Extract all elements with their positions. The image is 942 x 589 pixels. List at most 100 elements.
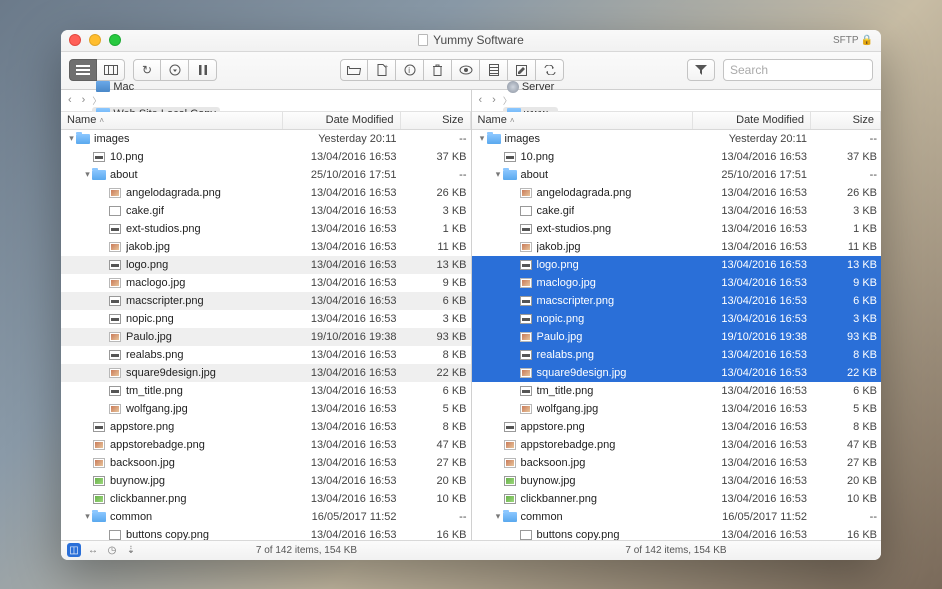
file-row[interactable]: buynow.jpg13/04/2016 16:5320 KB <box>472 472 882 490</box>
file-row[interactable]: logo.png13/04/2016 16:5313 KB <box>472 256 882 274</box>
file-row[interactable]: angelodagrada.png13/04/2016 16:5326 KB <box>472 184 882 202</box>
disclosure-triangle-icon[interactable]: ▾ <box>478 133 487 144</box>
back-button[interactable]: ‹ <box>476 94 486 106</box>
column-name[interactable]: Name˄ <box>472 112 694 129</box>
disclosure-triangle-icon[interactable]: ▾ <box>67 133 76 144</box>
info-button[interactable]: i <box>396 59 424 81</box>
file-row[interactable]: Paulo.jpg19/10/2016 19:3893 KB <box>61 328 471 346</box>
file-row[interactable]: ▾common16/05/2017 11:52-- <box>61 508 471 526</box>
column-date[interactable]: Date Modified <box>283 112 401 129</box>
file-date: 16/05/2017 11:52 <box>285 511 403 523</box>
connection-badge: SFTP 🔒 <box>833 35 873 46</box>
file-date: 13/04/2016 16:53 <box>695 349 813 361</box>
local-pathbar[interactable]: ‹ › Mac〉Web Site Local Copy <box>61 90 471 112</box>
remote-pathbar[interactable]: ‹ › Server〉www <box>472 90 882 112</box>
file-row[interactable]: maclogo.jpg13/04/2016 16:539 KB <box>61 274 471 292</box>
file-row[interactable]: appstore.png13/04/2016 16:538 KB <box>472 418 882 436</box>
titlebar[interactable]: Yummy Software SFTP 🔒 <box>61 30 881 52</box>
file-row[interactable]: ext-studios.png13/04/2016 16:531 KB <box>472 220 882 238</box>
column-size[interactable]: Size <box>811 112 881 129</box>
file-row[interactable]: wolfgang.jpg13/04/2016 16:535 KB <box>61 400 471 418</box>
permissions-button[interactable] <box>480 59 508 81</box>
open-folder-button[interactable] <box>340 59 368 81</box>
quicklook-button[interactable] <box>452 59 480 81</box>
forward-button[interactable]: › <box>489 94 499 106</box>
file-row[interactable]: ▾about25/10/2016 17:51-- <box>472 166 882 184</box>
file-row[interactable]: ▾imagesYesterday 20:11-- <box>61 130 471 148</box>
edit-button[interactable] <box>508 59 536 81</box>
local-file-list[interactable]: ▾imagesYesterday 20:11--10.png13/04/2016… <box>61 130 471 540</box>
file-row[interactable]: buttons copy.png13/04/2016 16:5316 KB <box>61 526 471 540</box>
disclosure-triangle-icon[interactable]: ▾ <box>83 511 92 522</box>
disclosure-triangle-icon[interactable]: ▾ <box>494 511 503 522</box>
remote-file-list[interactable]: ▾imagesYesterday 20:11--10.png13/04/2016… <box>472 130 882 540</box>
file-row[interactable]: wolfgang.jpg13/04/2016 16:535 KB <box>472 400 882 418</box>
download-button[interactable] <box>161 59 189 81</box>
file-date: 13/04/2016 16:53 <box>695 421 813 433</box>
file-row[interactable]: buynow.jpg13/04/2016 16:5320 KB <box>61 472 471 490</box>
file-row[interactable]: ▾about25/10/2016 17:51-- <box>61 166 471 184</box>
file-row[interactable]: logo.png13/04/2016 16:5313 KB <box>61 256 471 274</box>
filter-button[interactable] <box>687 59 715 81</box>
disclosure-triangle-icon[interactable]: ▾ <box>83 169 92 180</box>
file-row[interactable]: realabs.png13/04/2016 16:538 KB <box>61 346 471 364</box>
file-row[interactable]: realabs.png13/04/2016 16:538 KB <box>472 346 882 364</box>
file-row[interactable]: macscripter.png13/04/2016 16:536 KB <box>472 292 882 310</box>
transfers-toggle[interactable]: ⇣ <box>124 543 138 557</box>
statusbar: ◫ ↔ ◷ ⇣ 7 of 142 items, 154 KB 7 of 142 … <box>61 540 881 560</box>
file-size: 6 KB <box>403 385 467 397</box>
file-row[interactable]: ext-studios.png13/04/2016 16:531 KB <box>61 220 471 238</box>
file-row[interactable]: ▾common16/05/2017 11:52-- <box>472 508 882 526</box>
local-column-header[interactable]: Name˄ Date Modified Size <box>61 112 471 130</box>
file-row[interactable]: jakob.jpg13/04/2016 16:5311 KB <box>61 238 471 256</box>
file-row[interactable]: tm_title.png13/04/2016 16:536 KB <box>472 382 882 400</box>
file-row[interactable]: backsoon.jpg13/04/2016 16:5327 KB <box>61 454 471 472</box>
png-icon <box>109 224 121 234</box>
file-row[interactable]: appstorebadge.png13/04/2016 16:5347 KB <box>472 436 882 454</box>
file-row[interactable]: clickbanner.png13/04/2016 16:5310 KB <box>61 490 471 508</box>
delete-button[interactable] <box>424 59 452 81</box>
column-date[interactable]: Date Modified <box>693 112 811 129</box>
image-icon <box>109 368 121 378</box>
list-view-button[interactable] <box>69 59 97 81</box>
forward-button[interactable]: › <box>79 94 89 106</box>
file-row[interactable]: Paulo.jpg19/10/2016 19:3893 KB <box>472 328 882 346</box>
file-row[interactable]: jakob.jpg13/04/2016 16:5311 KB <box>472 238 882 256</box>
file-row[interactable]: clickbanner.png13/04/2016 16:5310 KB <box>472 490 882 508</box>
column-name[interactable]: Name˄ <box>61 112 283 129</box>
file-row[interactable]: cake.gif13/04/2016 16:533 KB <box>472 202 882 220</box>
file-row[interactable]: 10.png13/04/2016 16:5337 KB <box>61 148 471 166</box>
file-size: 27 KB <box>403 457 467 469</box>
single-pane-toggle[interactable]: ↔ <box>86 543 100 557</box>
refresh-button[interactable]: ↻ <box>133 59 161 81</box>
folder-icon <box>503 170 517 180</box>
file-row[interactable]: cake.gif13/04/2016 16:533 KB <box>61 202 471 220</box>
pause-button[interactable] <box>189 59 217 81</box>
breadcrumb-item[interactable]: Mac <box>92 80 220 94</box>
file-row[interactable]: nopic.png13/04/2016 16:533 KB <box>61 310 471 328</box>
file-row[interactable]: tm_title.png13/04/2016 16:536 KB <box>61 382 471 400</box>
file-row[interactable]: nopic.png13/04/2016 16:533 KB <box>472 310 882 328</box>
new-file-button[interactable]: + <box>368 59 396 81</box>
column-size[interactable]: Size <box>401 112 471 129</box>
file-row[interactable]: maclogo.jpg13/04/2016 16:539 KB <box>472 274 882 292</box>
column-view-button[interactable] <box>97 59 125 81</box>
file-row[interactable]: square9design.jpg13/04/2016 16:5322 KB <box>472 364 882 382</box>
file-row[interactable]: square9design.jpg13/04/2016 16:5322 KB <box>61 364 471 382</box>
activity-toggle[interactable]: ◷ <box>105 543 119 557</box>
remote-column-header[interactable]: Name˄ Date Modified Size <box>472 112 882 130</box>
back-button[interactable]: ‹ <box>65 94 75 106</box>
file-row[interactable]: 10.png13/04/2016 16:5337 KB <box>472 148 882 166</box>
dual-pane-toggle[interactable]: ◫ <box>67 543 81 557</box>
sync-button[interactable] <box>536 59 564 81</box>
file-row[interactable]: buttons copy.png13/04/2016 16:5316 KB <box>472 526 882 540</box>
search-input[interactable] <box>723 59 873 81</box>
file-row[interactable]: appstore.png13/04/2016 16:538 KB <box>61 418 471 436</box>
file-row[interactable]: appstorebadge.png13/04/2016 16:5347 KB <box>61 436 471 454</box>
file-row[interactable]: angelodagrada.png13/04/2016 16:5326 KB <box>61 184 471 202</box>
file-row[interactable]: macscripter.png13/04/2016 16:536 KB <box>61 292 471 310</box>
breadcrumb-item[interactable]: Server <box>503 80 558 94</box>
file-row[interactable]: backsoon.jpg13/04/2016 16:5327 KB <box>472 454 882 472</box>
file-row[interactable]: ▾imagesYesterday 20:11-- <box>472 130 882 148</box>
disclosure-triangle-icon[interactable]: ▾ <box>494 169 503 180</box>
